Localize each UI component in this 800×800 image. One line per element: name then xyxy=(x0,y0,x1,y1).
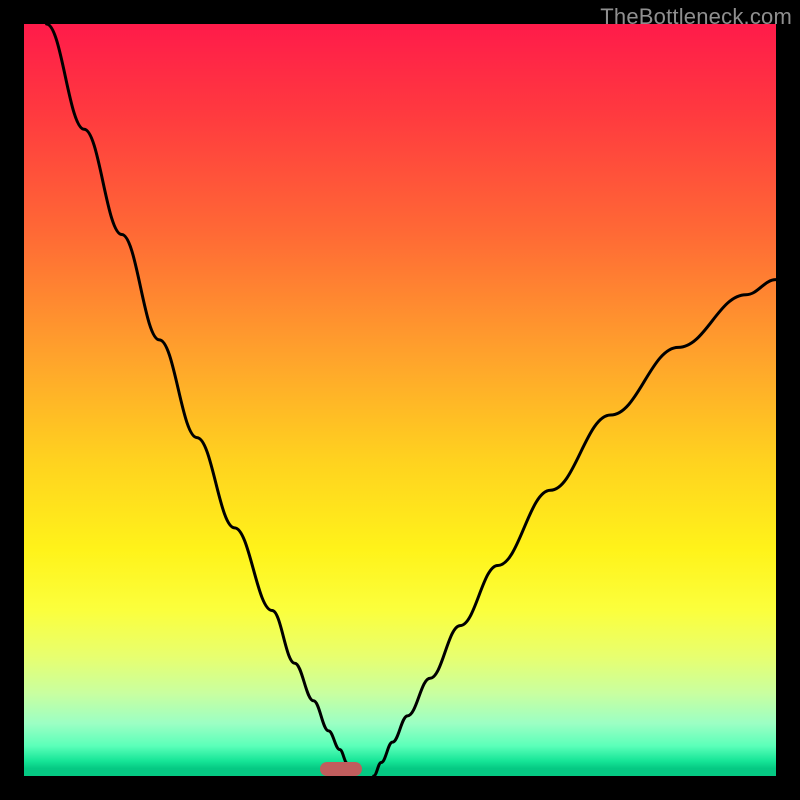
curve-left xyxy=(47,24,353,776)
chart-frame xyxy=(24,24,776,776)
watermark-text: TheBottleneck.com xyxy=(600,4,792,30)
curve-right xyxy=(374,280,776,776)
bottleneck-curves xyxy=(24,24,776,776)
bottleneck-marker xyxy=(320,762,362,776)
